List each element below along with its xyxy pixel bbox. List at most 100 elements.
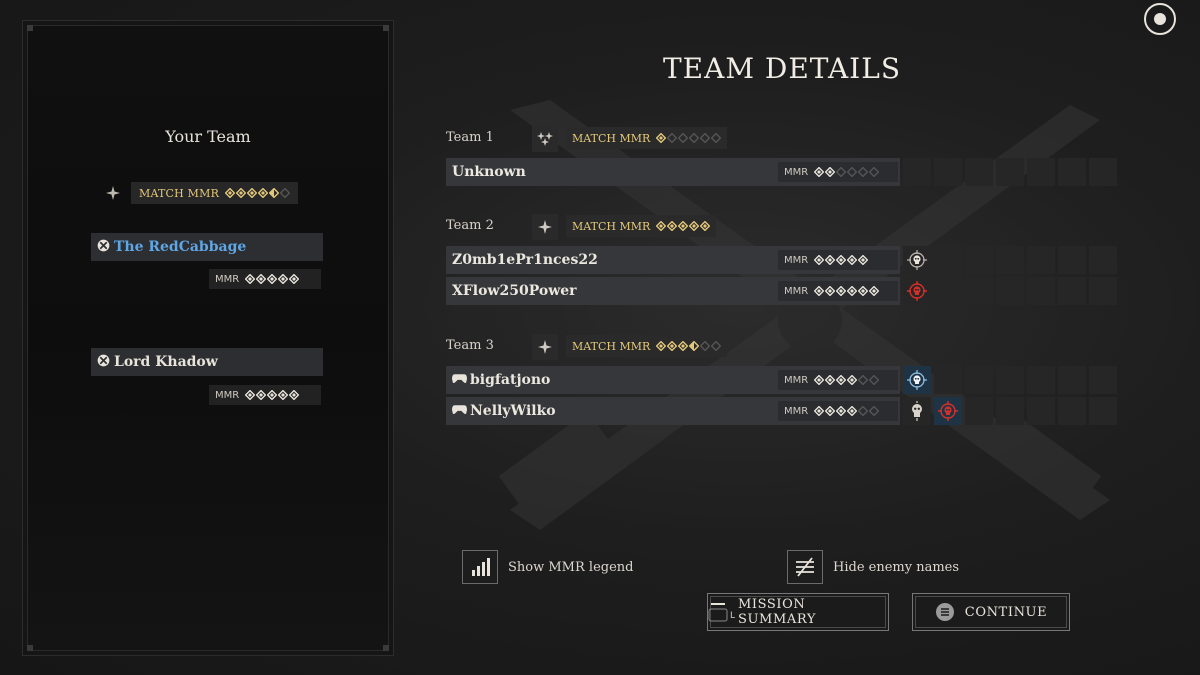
empty-slot	[1058, 366, 1086, 394]
mmr-star	[267, 390, 278, 400]
mmr-label: MMR	[784, 405, 809, 417]
mmr-star	[825, 406, 836, 416]
mmr-star	[814, 406, 825, 416]
empty-slot	[965, 397, 993, 425]
mmr-star	[656, 221, 667, 231]
mmr-star	[678, 133, 689, 143]
mmr-label: MMR	[784, 374, 809, 386]
player-mmr: MMR	[778, 281, 898, 301]
empty-slot	[1089, 158, 1117, 186]
bar-chart-icon[interactable]	[462, 550, 498, 584]
skull-target-red-icon	[934, 397, 962, 425]
player-mmr: MMR	[778, 250, 898, 270]
your-team-match-mmr: MATCH MMR	[101, 181, 299, 205]
mmr-star	[858, 167, 869, 177]
player-name: Lord Khadow	[114, 354, 218, 370]
player-row[interactable]: NellyWilko MMR	[446, 397, 900, 425]
mmr-star	[858, 286, 869, 296]
mmr-star	[836, 286, 847, 296]
show-mmr-legend-label: Show MMR legend	[508, 559, 634, 575]
mmr-star	[689, 133, 700, 143]
mmr-star	[700, 341, 711, 351]
show-mmr-legend-toggle[interactable]: Show MMR legend	[462, 550, 633, 584]
empty-slot	[934, 366, 962, 394]
player-mmr: MMR	[209, 385, 321, 405]
mmr-stars	[656, 341, 722, 351]
bounty-slots	[903, 397, 1117, 425]
mmr-star	[289, 274, 300, 284]
mmr-label: MMR	[784, 254, 809, 266]
your-team-title: Your Team	[165, 127, 251, 146]
hide-enemy-names-label: Hide enemy names	[833, 559, 960, 575]
player-row[interactable]: Unknown MMR	[446, 158, 900, 186]
player-name: Z0mb1ePr1nces22	[452, 252, 598, 268]
hide-enemy-names-toggle[interactable]: Hide enemy names	[787, 550, 959, 584]
continue-label: CONTINUE	[964, 604, 1048, 620]
mmr-star	[847, 406, 858, 416]
team-label: Team 1	[446, 130, 494, 145]
mmr-stars	[245, 274, 300, 284]
empty-slot	[1089, 397, 1117, 425]
player-row[interactable]: XFlow250Power MMR	[446, 277, 900, 305]
mmr-star	[278, 390, 289, 400]
mmr-label: MMR	[215, 273, 240, 285]
empty-slot	[1027, 397, 1055, 425]
rank-icon	[532, 126, 558, 152]
empty-slot	[965, 366, 993, 394]
mmr-label: MMR	[784, 285, 809, 297]
mmr-stars	[814, 406, 880, 416]
mmr-star	[278, 274, 289, 284]
player-mmr: MMR	[778, 401, 898, 421]
team-match-mmr: MATCH MMR	[566, 127, 728, 149]
mmr-star	[814, 255, 825, 265]
mmr-stars	[814, 375, 880, 385]
bounty-slots	[903, 277, 1117, 305]
player-name: Unknown	[452, 164, 526, 180]
mmr-star	[236, 188, 247, 198]
mmr-stars	[656, 221, 711, 231]
player-name: XFlow250Power	[452, 283, 577, 299]
xbox-icon	[97, 354, 110, 371]
team-match-mmr: MATCH MMR	[566, 215, 717, 237]
mmr-stars	[814, 255, 869, 265]
mmr-label: MMR	[215, 389, 240, 401]
gamepad-icon	[452, 403, 467, 419]
mmr-star	[814, 286, 825, 296]
player-row[interactable]: bigfatjono MMR	[446, 366, 900, 394]
mmr-star	[247, 188, 258, 198]
mmr-star	[280, 188, 291, 198]
mmr-star	[689, 221, 700, 231]
your-team-player-row[interactable]: Lord Khadow	[91, 348, 323, 376]
player-mmr: MMR	[209, 269, 321, 289]
player-row[interactable]: Z0mb1ePr1nces22 MMR	[446, 246, 900, 274]
mmr-star	[267, 274, 278, 284]
mmr-star	[825, 286, 836, 296]
bounty-slots	[903, 246, 1117, 274]
continue-button[interactable]: CONTINUE	[912, 593, 1070, 631]
bounty-slots	[903, 366, 1117, 394]
your-team-panel: Your Team MATCH MMR The RedCabbage MMR L…	[22, 20, 394, 656]
empty-slot	[1027, 366, 1055, 394]
empty-slot	[1089, 246, 1117, 274]
rank-icon	[532, 214, 558, 240]
empty-slot	[996, 246, 1024, 274]
crossed-rifles-background	[498, 100, 1110, 530]
match-mmr-label: MATCH MMR	[139, 186, 220, 200]
mmr-star	[256, 274, 267, 284]
empty-slot	[934, 158, 962, 186]
mmr-label: MMR	[784, 166, 809, 178]
mmr-star	[711, 341, 722, 351]
key-hint: L	[730, 611, 736, 621]
mmr-star	[667, 133, 678, 143]
your-team-player-row[interactable]: The RedCabbage	[91, 233, 323, 261]
list-strike-icon[interactable]	[787, 550, 823, 584]
mmr-star	[700, 221, 711, 231]
menu-button-icon	[935, 602, 955, 622]
mission-summary-button[interactable]: L MISSION SUMMARY	[707, 593, 889, 631]
radial-menu-icon[interactable]	[1144, 3, 1176, 35]
mmr-star	[858, 375, 869, 385]
mmr-star	[836, 255, 847, 265]
mmr-star	[847, 375, 858, 385]
team-label: Team 2	[446, 218, 494, 233]
mmr-star	[847, 286, 858, 296]
